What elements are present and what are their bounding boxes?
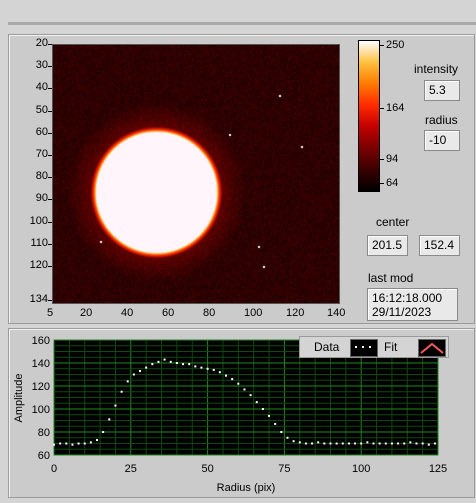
image-x-tick: 80 [203, 307, 216, 319]
image-x-tick: 20 [80, 307, 93, 319]
image-y-tick: 30 [35, 59, 48, 72]
image-y-tick: 134 [29, 293, 48, 305]
chart-legend[interactable]: Data Fit [299, 336, 449, 358]
intensity-image[interactable] [52, 44, 340, 304]
center-x-indicator[interactable]: 201.5 [367, 235, 408, 256]
colorbar-label-94: 94 [386, 153, 399, 165]
image-y-tick-mark [48, 199, 52, 201]
image-y-tick-mark [48, 243, 52, 245]
image-y-tick-mark [48, 221, 52, 223]
image-y-tick-mark [48, 300, 52, 301]
center-label: center [376, 215, 410, 229]
image-y-tick: 100 [29, 214, 48, 227]
image-y-tick: 60 [35, 125, 48, 138]
last-mod-indicator[interactable]: 16:12:18.000 29/11/2023 [367, 288, 458, 321]
legend-data-label: Data [314, 340, 340, 354]
legend-fit-label: Fit [384, 340, 398, 354]
image-y-tick-mark [48, 44, 52, 45]
image-x-tick: 100 [244, 307, 263, 319]
image-y-tick-mark [48, 132, 52, 134]
colorbar-tick-250 [380, 45, 384, 46]
image-y-tick-mark [48, 66, 52, 68]
last-mod-time: 16:12:18.000 [372, 291, 443, 305]
radius-indicator[interactable]: -10 [424, 130, 460, 151]
colorbar-label-64: 64 [386, 177, 399, 189]
image-y-tick: 50 [35, 103, 48, 116]
colorbar [358, 40, 380, 192]
legend-data-swatch [350, 339, 378, 357]
image-x-tick: 140 [327, 307, 346, 319]
last-mod-label: last mod [368, 271, 414, 285]
colorbar-tick-64 [380, 183, 384, 184]
top-divider [8, 22, 476, 25]
image-y-tick: 120 [29, 259, 48, 271]
image-x-tick: 40 [121, 307, 134, 319]
image-y-tick-mark [48, 88, 52, 90]
image-x-tick: 120 [286, 307, 305, 319]
colorbar-label-164: 164 [386, 102, 405, 114]
colorbar-tick-94 [380, 159, 384, 160]
image-y-tick-mark [48, 266, 52, 267]
image-x-tick: 5 [47, 307, 54, 319]
intensity-indicator[interactable]: 5.3 [424, 80, 460, 101]
image-x-tick: 60 [162, 307, 175, 319]
last-mod-date: 29/11/2023 [372, 305, 432, 319]
intensity-label: intensity [414, 62, 459, 76]
colorbar-label-250: 250 [386, 39, 405, 51]
top-bar [0, 0, 476, 24]
center-y-indicator[interactable]: 152.4 [419, 235, 460, 256]
colorbar-tick-164 [380, 108, 384, 109]
image-y-tick-mark [48, 155, 52, 156]
legend-fit-swatch [418, 339, 446, 357]
image-y-tick-mark [48, 177, 52, 179]
radius-label: radius [425, 113, 458, 127]
image-y-tick: 70 [35, 148, 48, 160]
image-y-tick: 110 [30, 236, 48, 249]
image-y-tick: 90 [35, 192, 48, 205]
image-y-tick-mark [48, 110, 52, 112]
image-y-tick: 80 [35, 170, 48, 183]
image-y-tick: 40 [35, 81, 48, 94]
image-y-tick: 20 [35, 37, 48, 49]
